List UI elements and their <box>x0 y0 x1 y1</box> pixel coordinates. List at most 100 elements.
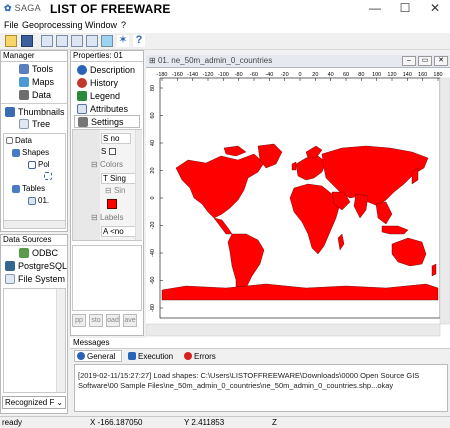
tree-scrollbar[interactable] <box>4 220 65 228</box>
y-tick-label: 80 <box>150 85 156 91</box>
tab-general[interactable]: General <box>74 350 122 362</box>
menu-bar: File Geoprocessing Window ? <box>0 19 450 33</box>
setting-type[interactable]: T Sing <box>101 173 139 184</box>
chevron-down-icon: ⌄ <box>56 398 63 407</box>
help-icon[interactable]: ? <box>133 35 145 47</box>
format-dropdown[interactable]: Recognized F ⌄ <box>2 396 66 409</box>
info-icon <box>77 64 87 75</box>
settings-grid: S no S ⊟ Colors T Sing ⊟ Sin ⊟ Labels A … <box>72 129 142 241</box>
divider <box>1 103 67 104</box>
data-button[interactable]: Data <box>19 90 51 100</box>
tree-item-layer[interactable] <box>44 172 52 180</box>
menu-file[interactable]: File <box>4 20 19 30</box>
list-scrollbar[interactable] <box>56 289 65 392</box>
save-icon[interactable] <box>21 35 33 47</box>
y-tick-label: 60 <box>150 112 156 118</box>
y-tick-label: 20 <box>150 167 156 173</box>
tree-item-tables[interactable]: Tables <box>12 184 45 193</box>
data-icon <box>19 90 29 100</box>
x-tick-label: 60 <box>343 72 349 78</box>
tree-item-data[interactable]: Data <box>6 136 32 145</box>
tree-item-table[interactable]: 01. <box>28 196 49 205</box>
maps-button[interactable]: Maps <box>19 77 54 87</box>
group-labels: ⊟ Labels <box>91 213 124 222</box>
legend-icon <box>77 90 87 101</box>
messages-panel: Messages General Execution Errors [2019-… <box>70 338 450 414</box>
map-canvas[interactable]: -180 -160 -140 -120 -100 -80 -60 -40 -20 0 20 40 60 8… <box>146 68 450 338</box>
postgresql-button[interactable]: PostgreSQL <box>5 261 67 271</box>
y-tick-label: -60 <box>150 277 156 285</box>
filesystem-button[interactable]: File System <box>5 274 65 284</box>
x-tick-label: 20 <box>312 72 318 78</box>
tab-execution[interactable]: Execution <box>126 350 176 362</box>
filesystem-icon <box>5 274 15 284</box>
thumbnails-icon <box>5 107 15 117</box>
diagram-icon[interactable] <box>86 35 98 47</box>
close-button[interactable]: ✕ <box>420 0 450 19</box>
setting-show[interactable]: S no <box>101 133 131 144</box>
menu-geoprocessing[interactable]: Geoprocessing <box>22 20 83 30</box>
map-window-title: ⊞ 01. ne_50m_admin_0_countries <box>149 56 273 65</box>
menu-window[interactable]: Window <box>85 20 117 30</box>
maps-icon <box>19 77 29 87</box>
tables-icon <box>12 184 20 193</box>
globe-icon[interactable] <box>101 35 113 47</box>
tab-legend[interactable]: Legend <box>74 89 140 102</box>
x-tick-label: 120 <box>387 72 396 78</box>
properties-buttons: pp sto oad ave <box>72 314 142 328</box>
load-button[interactable]: oad <box>106 314 120 327</box>
setting-attribute[interactable]: A <no <box>101 226 139 237</box>
status-bar: ready X -166.187050 Y 2.411853 Z <box>0 416 450 428</box>
description-box <box>72 245 142 311</box>
tab-settings[interactable]: Settings <box>74 115 140 128</box>
title-bar: ✿ SAGA LIST OF FREEWARE — ☐ ✕ <box>0 0 450 19</box>
tree-tab[interactable]: Tree <box>19 119 50 129</box>
x-tick-label: -80 <box>235 72 243 78</box>
tree-item-shapes[interactable]: Shapes <box>12 148 49 157</box>
x-tick-label: 180 <box>433 72 442 78</box>
tab-errors[interactable]: Errors <box>182 350 222 362</box>
tree-item-polygons[interactable]: Pol <box>28 160 50 169</box>
z-coordinate: Z <box>272 418 277 427</box>
tab-description[interactable]: Description <box>74 63 140 76</box>
map-close-button[interactable]: ✕ <box>434 56 448 66</box>
map-horizontal-scrollbar[interactable] <box>146 323 441 337</box>
table-icon <box>28 196 36 205</box>
table-icon[interactable] <box>56 35 68 47</box>
setting-selection[interactable]: S <box>101 147 116 156</box>
checkbox[interactable] <box>108 148 116 156</box>
restore-button[interactable]: sto <box>89 314 103 327</box>
messages-header: Messages <box>70 338 450 349</box>
minimize-button[interactable]: — <box>360 0 390 19</box>
save-button[interactable]: ave <box>123 314 137 327</box>
menu-help[interactable]: ? <box>121 20 126 30</box>
color-swatch[interactable] <box>107 199 117 209</box>
y-coordinate: Y 2.411853 <box>184 418 225 427</box>
odbc-button[interactable]: ODBC <box>19 248 58 258</box>
tools-icon[interactable]: ✶ <box>117 35 129 47</box>
tools-button[interactable]: Tools <box>19 64 53 74</box>
grid-scrollbar[interactable] <box>135 130 142 240</box>
maximize-button[interactable]: ☐ <box>390 0 420 19</box>
window-icon[interactable] <box>41 35 53 47</box>
layout-icon[interactable] <box>71 35 83 47</box>
map-window-titlebar: ⊞ 01. ne_50m_admin_0_countries – ▭ ✕ <box>146 55 450 68</box>
x-tick-label: -20 <box>281 72 289 78</box>
execution-icon <box>128 352 136 360</box>
thumbnails-tab[interactable]: Thumbnails <box>5 107 65 117</box>
apply-button[interactable]: pp <box>72 314 86 327</box>
tree-icon <box>19 119 29 129</box>
group-single: ⊟ Sin <box>105 186 126 195</box>
map-minimize-button[interactable]: – <box>402 56 416 66</box>
tab-history[interactable]: History <box>74 76 140 89</box>
open-folder-icon[interactable] <box>5 35 17 47</box>
window-title: LIST OF FREEWARE <box>50 2 171 16</box>
filesystem-list <box>3 288 66 393</box>
map-vertical-scrollbar[interactable] <box>439 77 450 325</box>
data-tree: Data Shapes Pol Tables 01. <box>3 133 66 229</box>
properties-header: Properties: 01 <box>71 51 143 62</box>
attributes-icon <box>77 103 87 114</box>
x-tick-label: -60 <box>250 72 258 78</box>
map-maximize-button[interactable]: ▭ <box>418 56 432 66</box>
tab-attributes[interactable]: Attributes <box>74 102 140 115</box>
